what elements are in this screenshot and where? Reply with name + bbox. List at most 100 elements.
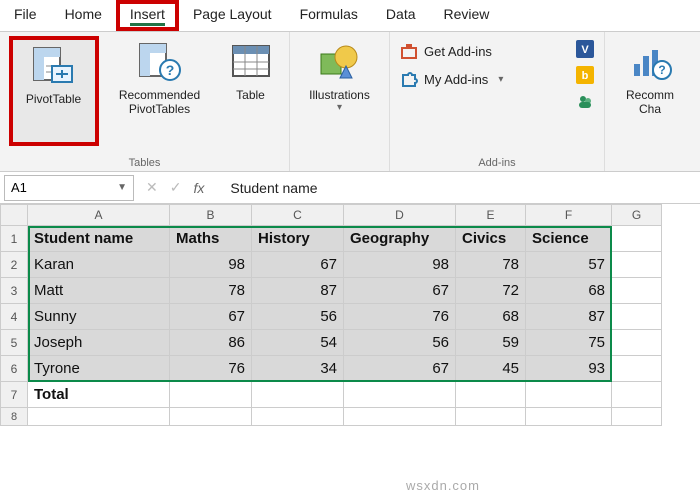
tab-data[interactable]: Data: [372, 0, 430, 31]
name-box-value: A1: [11, 180, 27, 195]
row-header-4[interactable]: 4: [0, 304, 28, 330]
tab-formulas[interactable]: Formulas: [286, 0, 372, 31]
cell-header[interactable]: Civics: [456, 226, 526, 252]
col-header-B[interactable]: B: [170, 204, 252, 226]
tab-page-layout[interactable]: Page Layout: [179, 0, 286, 31]
cell-total[interactable]: Total: [28, 382, 170, 408]
tab-file[interactable]: File: [0, 0, 51, 31]
row-header-5[interactable]: 5: [0, 330, 28, 356]
shapes-icon: [316, 40, 364, 84]
visio-icon[interactable]: V: [576, 40, 594, 58]
cell-value[interactable]: 34: [252, 356, 344, 382]
cell-value[interactable]: 56: [252, 304, 344, 330]
cell-value[interactable]: 87: [252, 278, 344, 304]
my-addins-button[interactable]: My Add-ins ▾: [400, 68, 503, 90]
tab-review[interactable]: Review: [430, 0, 504, 31]
cell-value[interactable]: 76: [344, 304, 456, 330]
select-all-corner[interactable]: [0, 204, 28, 226]
recommended-charts-button[interactable]: ? Recomm Cha: [610, 36, 690, 146]
cell[interactable]: [526, 408, 612, 426]
cell-header[interactable]: Student name: [28, 226, 170, 252]
cell[interactable]: [612, 356, 662, 382]
cell[interactable]: [612, 408, 662, 426]
formula-input[interactable]: [224, 180, 700, 196]
row-header-1[interactable]: 1: [0, 226, 28, 252]
row-header-3[interactable]: 3: [0, 278, 28, 304]
table-button[interactable]: Table: [221, 36, 281, 146]
cell-value[interactable]: 87: [526, 304, 612, 330]
cell-header[interactable]: Geography: [344, 226, 456, 252]
cell-header[interactable]: Science: [526, 226, 612, 252]
cell-value[interactable]: 45: [456, 356, 526, 382]
col-header-G[interactable]: G: [612, 204, 662, 226]
cell-value[interactable]: 72: [456, 278, 526, 304]
bing-icon[interactable]: b: [576, 66, 594, 84]
cell[interactable]: [612, 304, 662, 330]
spreadsheet-grid[interactable]: ABCDEFG 1Student nameMathsHistoryGeograph…: [0, 204, 700, 426]
cell-value[interactable]: 59: [456, 330, 526, 356]
row-header-2[interactable]: 2: [0, 252, 28, 278]
cell-header[interactable]: History: [252, 226, 344, 252]
cell-value[interactable]: 67: [344, 356, 456, 382]
col-header-D[interactable]: D: [344, 204, 456, 226]
cell[interactable]: [344, 408, 456, 426]
row-header-6[interactable]: 6: [0, 356, 28, 382]
cell[interactable]: [456, 408, 526, 426]
cell-value[interactable]: 76: [170, 356, 252, 382]
tab-insert[interactable]: Insert: [116, 0, 179, 31]
cell-value[interactable]: 54: [252, 330, 344, 356]
illustrations-button[interactable]: Illustrations ▾: [295, 36, 385, 146]
cell[interactable]: [612, 278, 662, 304]
cell-value[interactable]: 56: [344, 330, 456, 356]
get-addins-button[interactable]: Get Add-ins: [400, 40, 503, 62]
col-header-C[interactable]: C: [252, 204, 344, 226]
cell[interactable]: [252, 408, 344, 426]
cell-name[interactable]: Matt: [28, 278, 170, 304]
cell-value[interactable]: 98: [170, 252, 252, 278]
chevron-down-icon: ▾: [498, 74, 503, 85]
col-header-F[interactable]: F: [526, 204, 612, 226]
col-header-E[interactable]: E: [456, 204, 526, 226]
cell-value[interactable]: 75: [526, 330, 612, 356]
col-header-A[interactable]: A: [28, 204, 170, 226]
cell[interactable]: [170, 408, 252, 426]
cell-value[interactable]: 78: [456, 252, 526, 278]
cell[interactable]: [344, 382, 456, 408]
cell-name[interactable]: Joseph: [28, 330, 170, 356]
tab-home[interactable]: Home: [51, 0, 116, 31]
cell-name[interactable]: Tyrone: [28, 356, 170, 382]
cell-header[interactable]: Maths: [170, 226, 252, 252]
chevron-down-icon[interactable]: ▼: [117, 182, 127, 193]
recommended-pivottables-button[interactable]: ? Recommended PivotTables: [105, 36, 215, 146]
store-icon: [400, 42, 418, 60]
cell-value[interactable]: 68: [456, 304, 526, 330]
cell-name[interactable]: Karan: [28, 252, 170, 278]
cell-value[interactable]: 68: [526, 278, 612, 304]
name-box[interactable]: A1 ▼: [4, 175, 134, 201]
cell-name[interactable]: Sunny: [28, 304, 170, 330]
cell-value[interactable]: 67: [170, 304, 252, 330]
cell[interactable]: [456, 382, 526, 408]
cell-value[interactable]: 86: [170, 330, 252, 356]
cell-value[interactable]: 67: [344, 278, 456, 304]
cell[interactable]: [612, 382, 662, 408]
people-icon[interactable]: [576, 92, 594, 110]
cell[interactable]: [252, 382, 344, 408]
cell[interactable]: [612, 330, 662, 356]
recommended-pivot-label: Recommended PivotTables: [119, 88, 200, 116]
cell[interactable]: [612, 252, 662, 278]
pivottable-button[interactable]: PivotTable: [9, 36, 99, 146]
row-header-8[interactable]: 8: [0, 408, 28, 426]
cell[interactable]: [28, 408, 170, 426]
cell-value[interactable]: 93: [526, 356, 612, 382]
fx-icon[interactable]: fx: [193, 180, 204, 196]
row-header-7[interactable]: 7: [0, 382, 28, 408]
cell[interactable]: [612, 226, 662, 252]
cell-value[interactable]: 98: [344, 252, 456, 278]
cell[interactable]: [170, 382, 252, 408]
cell-value[interactable]: 78: [170, 278, 252, 304]
illustrations-label: Illustrations: [309, 88, 370, 102]
cell-value[interactable]: 57: [526, 252, 612, 278]
cell-value[interactable]: 67: [252, 252, 344, 278]
cell[interactable]: [526, 382, 612, 408]
